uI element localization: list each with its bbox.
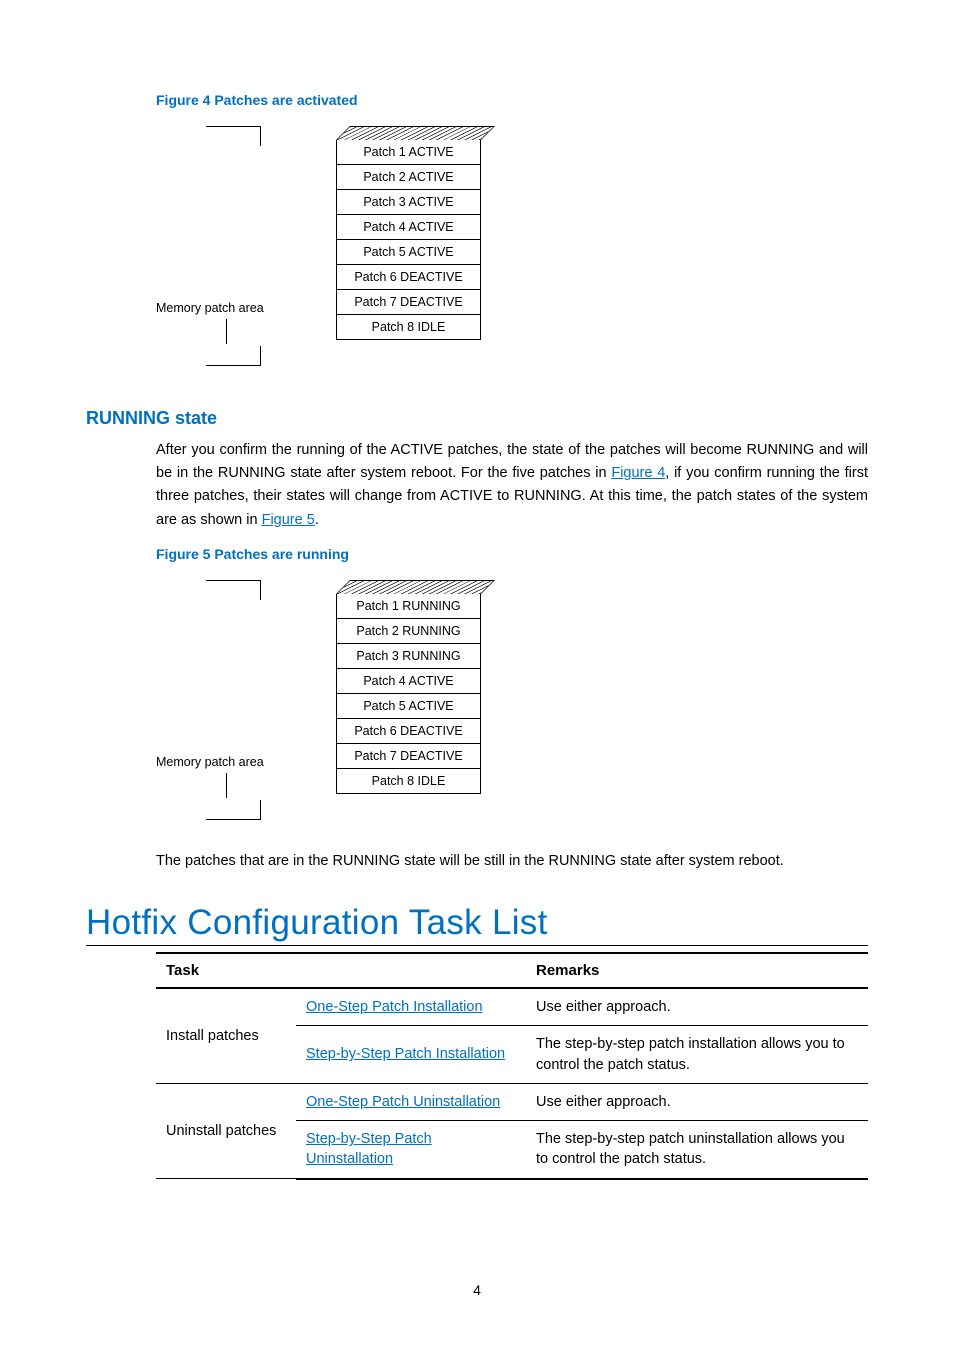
one-step-install-link[interactable]: One-Step Patch Installation — [306, 999, 483, 1015]
patch-row: Patch 6 DEACTIVE — [336, 265, 481, 290]
hotfix-task-list-heading: Hotfix Configuration Task List — [86, 903, 868, 946]
figure-4-diagram: Memory patch area Patch 1 ACTIVE Patch 2… — [156, 126, 868, 366]
uninstall-remark-1: Use either approach. — [526, 1083, 868, 1120]
install-remark-2: The step-by-step patch installation allo… — [526, 1026, 868, 1084]
figure-5-link[interactable]: Figure 5 — [262, 512, 315, 528]
patch-row: Patch 6 DEACTIVE — [336, 719, 481, 744]
figure-4-link[interactable]: Figure 4 — [611, 465, 665, 481]
header-task: Task — [156, 953, 526, 988]
memory-label: Memory patch area — [156, 301, 264, 315]
patch-row: Patch 3 ACTIVE — [336, 190, 481, 215]
memory-label: Memory patch area — [156, 755, 264, 769]
task-list-table: Task Remarks Install patches One-Step Pa… — [156, 952, 868, 1180]
patch-row: Patch 7 DEACTIVE — [336, 744, 481, 769]
running-paragraph: After you confirm the running of the ACT… — [156, 439, 868, 532]
install-label: Install patches — [156, 988, 296, 1083]
patch-row: Patch 1 ACTIVE — [336, 140, 481, 165]
running-state-heading: RUNNING state — [86, 408, 868, 429]
figure-4-caption: Figure 4 Patches are activated — [156, 92, 868, 108]
patch-row: Patch 8 IDLE — [336, 769, 481, 794]
patch-row: Patch 4 ACTIVE — [336, 215, 481, 240]
patch-row: Patch 1 RUNNING — [336, 594, 481, 619]
patch-row: Patch 2 ACTIVE — [336, 165, 481, 190]
one-step-uninstall-link[interactable]: One-Step Patch Uninstallation — [306, 1094, 500, 1110]
install-remark-1: Use either approach. — [526, 988, 868, 1026]
patch-row: Patch 5 ACTIVE — [336, 240, 481, 265]
patch-row: Patch 2 RUNNING — [336, 619, 481, 644]
header-remarks: Remarks — [526, 953, 868, 988]
uninstall-label: Uninstall patches — [156, 1083, 296, 1178]
patch-row: Patch 8 IDLE — [336, 315, 481, 340]
patch-row: Patch 4 ACTIVE — [336, 669, 481, 694]
figure-5-caption: Figure 5 Patches are running — [156, 546, 868, 562]
patch-row: Patch 5 ACTIVE — [336, 694, 481, 719]
uninstall-remark-2: The step-by-step patch uninstallation al… — [526, 1121, 868, 1179]
step-by-step-uninstall-link[interactable]: Step-by-Step Patch Uninstallation — [306, 1131, 432, 1167]
figure-5-diagram: Memory patch area Patch 1 RUNNING Patch … — [156, 580, 868, 820]
step-by-step-install-link[interactable]: Step-by-Step Patch Installation — [306, 1046, 505, 1062]
patch-row: Patch 3 RUNNING — [336, 644, 481, 669]
patch-row: Patch 7 DEACTIVE — [336, 290, 481, 315]
reboot-note: The patches that are in the RUNNING stat… — [156, 850, 868, 873]
page-number: 4 — [0, 1282, 954, 1298]
text: . — [315, 512, 319, 528]
